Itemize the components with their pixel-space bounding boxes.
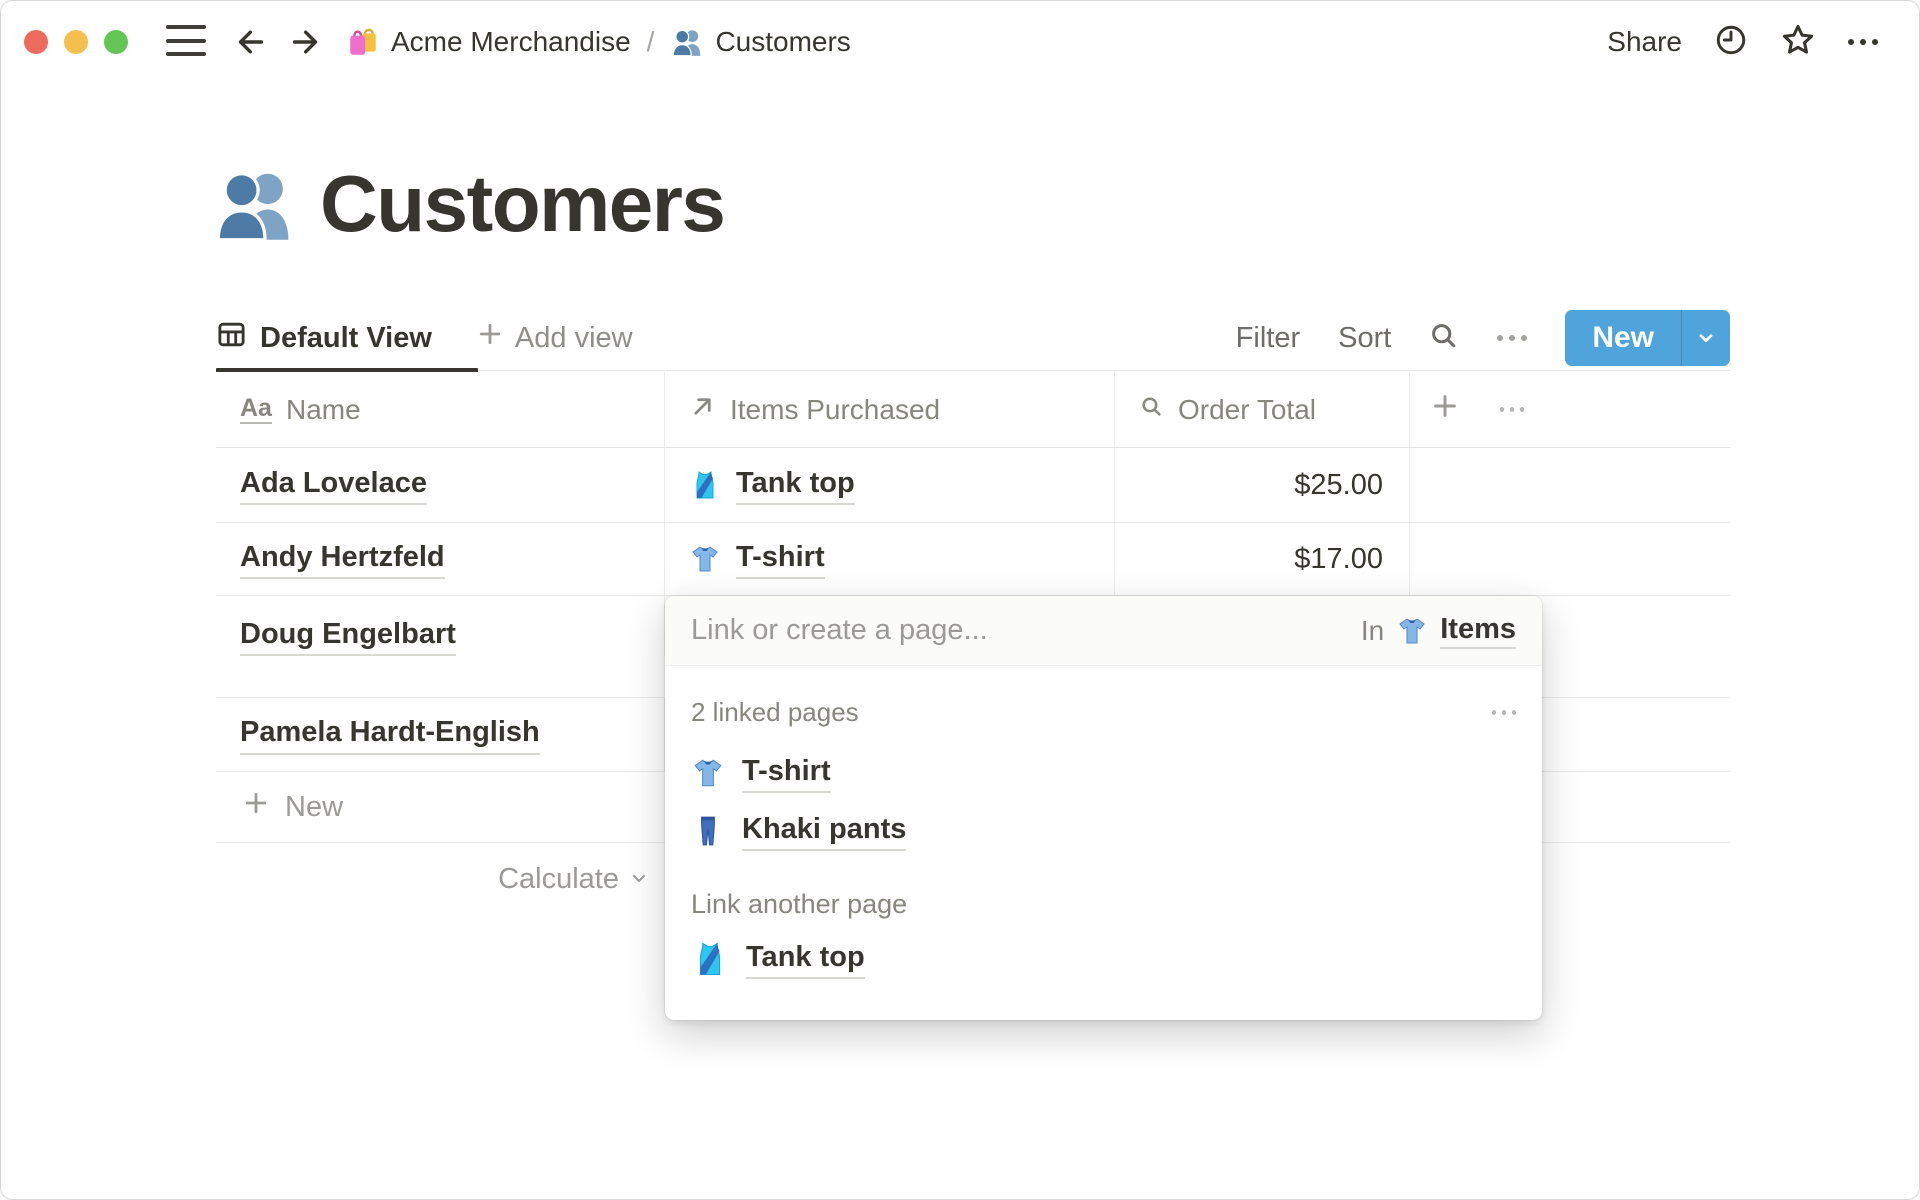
suggested-page-item[interactable]: Tank top xyxy=(691,930,1516,988)
notion-window: Acme Merchandise / Customers Share Custo… xyxy=(0,0,1920,1200)
empty-cell[interactable] xyxy=(1410,448,1730,522)
t-shirt-emoji xyxy=(689,543,721,575)
link-search-input[interactable]: Link or create a page... xyxy=(691,614,988,647)
plus-icon xyxy=(242,789,270,825)
tank-top-emoji xyxy=(691,940,729,978)
breadcrumb-item-workspace[interactable]: Acme Merchandise xyxy=(346,25,631,59)
table-options-icon[interactable] xyxy=(1500,398,1524,422)
back-arrow-icon[interactable] xyxy=(232,23,270,61)
linked-pages-options-icon[interactable] xyxy=(1492,700,1516,724)
view-options-icon[interactable] xyxy=(1497,335,1528,341)
page-title[interactable]: Customers xyxy=(320,158,726,250)
forward-arrow-icon[interactable] xyxy=(286,23,324,61)
rollup-magnifier-icon xyxy=(1139,394,1164,426)
linked-pages-count-label: 2 linked pages xyxy=(691,696,859,727)
breadcrumb-workspace-label: Acme Merchandise xyxy=(391,26,631,57)
popup-in-database: In Items xyxy=(1361,613,1516,649)
breadcrumb: Acme Merchandise / Customers xyxy=(346,0,851,84)
column-header-name[interactable]: Aa Name xyxy=(216,372,665,447)
column-header-items-purchased[interactable]: Items Purchased xyxy=(665,372,1115,447)
order-total-cell[interactable]: $17.00 xyxy=(1115,523,1410,595)
tank-top-emoji xyxy=(689,469,721,501)
text-property-icon: Aa xyxy=(240,395,272,425)
name-cell[interactable]: Ada Lovelace xyxy=(216,448,665,522)
breadcrumb-separator: / xyxy=(646,26,655,57)
breadcrumb-item-current-page[interactable]: Customers xyxy=(670,25,851,59)
table-view-icon xyxy=(216,319,247,358)
tab-default-view[interactable]: Default View xyxy=(216,319,432,358)
sidebar-menu-icon[interactable] xyxy=(166,25,206,56)
page-people-emoji[interactable] xyxy=(210,160,298,248)
items-cell[interactable]: Tank top xyxy=(665,448,1115,522)
linked-page-label[interactable]: Khaki pants xyxy=(742,811,907,852)
order-total-cell[interactable]: $25.00 xyxy=(1115,448,1410,522)
page-link[interactable]: Ada Lovelace xyxy=(240,465,427,506)
more-options-icon[interactable] xyxy=(1848,39,1878,45)
page-title-block: Customers xyxy=(210,158,726,250)
linked-page-item[interactable]: T-shirt xyxy=(691,744,1516,802)
calculate-button[interactable]: Calculate xyxy=(216,843,665,915)
table-header: Aa Name Items Purchased Order Total xyxy=(216,372,1730,448)
popup-search-bar: Link or create a page... In Items xyxy=(665,596,1542,666)
linked-page-item[interactable]: Khaki pants xyxy=(691,802,1516,860)
topbar-actions: Share xyxy=(1607,0,1878,84)
name-cell[interactable]: Pamela Hardt-English xyxy=(216,698,665,771)
column-header-order-total[interactable]: Order Total xyxy=(1115,372,1410,447)
link-page-popup: Link or create a page... In Items 2 link… xyxy=(665,596,1542,1020)
t-shirt-emoji xyxy=(691,756,725,790)
filter-button[interactable]: Filter xyxy=(1236,322,1300,355)
minimize-window-button[interactable] xyxy=(64,30,88,54)
add-view-button[interactable]: Add view xyxy=(476,320,633,356)
add-column-icon[interactable] xyxy=(1430,391,1460,428)
search-icon[interactable] xyxy=(1429,321,1459,356)
name-cell[interactable]: Doug Engelbart xyxy=(216,596,665,657)
empty-cell[interactable] xyxy=(1410,523,1730,595)
page-link[interactable]: Doug Engelbart xyxy=(240,616,456,657)
view-toolbar: Default View Add view Filter Sort New xyxy=(216,306,1730,373)
updates-clock-icon[interactable] xyxy=(1714,23,1748,62)
page-link[interactable]: Andy Hertzfeld xyxy=(240,539,445,580)
table-row: Andy Hertzfeld T-shirt $17.00 xyxy=(216,523,1730,596)
items-database-link[interactable]: Items xyxy=(1440,613,1516,649)
favorite-star-icon[interactable] xyxy=(1780,22,1816,63)
relation-arrow-icon xyxy=(689,393,716,427)
close-window-button[interactable] xyxy=(24,30,48,54)
new-button-group: New xyxy=(1565,310,1730,366)
window-controls xyxy=(24,30,128,54)
t-shirt-emoji xyxy=(1396,615,1428,647)
item-page-link[interactable]: Tank top xyxy=(736,465,855,506)
new-button[interactable]: New xyxy=(1565,310,1681,366)
new-dropdown-chevron-icon[interactable] xyxy=(1682,310,1730,366)
name-cell[interactable]: Andy Hertzfeld xyxy=(216,523,665,595)
shopping-bags-emoji xyxy=(346,25,380,59)
plus-icon xyxy=(476,320,504,356)
suggested-page-label[interactable]: Tank top xyxy=(746,939,865,980)
linked-page-label[interactable]: T-shirt xyxy=(742,753,831,794)
chevron-down-icon xyxy=(629,863,649,896)
link-another-page-label: Link another page xyxy=(691,888,908,919)
popup-body: 2 linked pages T-shirt Khaki pants Link … xyxy=(665,696,1542,988)
sort-button[interactable]: Sort xyxy=(1338,322,1391,355)
zoom-window-button[interactable] xyxy=(104,30,128,54)
breadcrumb-page-label: Customers xyxy=(715,26,851,57)
share-button[interactable]: Share xyxy=(1607,26,1682,58)
people-emoji xyxy=(670,25,704,59)
item-page-link[interactable]: T-shirt xyxy=(736,539,825,580)
jeans-emoji xyxy=(691,814,725,848)
table-row: Ada Lovelace Tank top $25.00 xyxy=(216,448,1730,523)
column-header-extra xyxy=(1410,372,1730,447)
items-cell[interactable]: T-shirt xyxy=(665,523,1115,595)
page-link[interactable]: Pamela Hardt-English xyxy=(240,714,540,755)
